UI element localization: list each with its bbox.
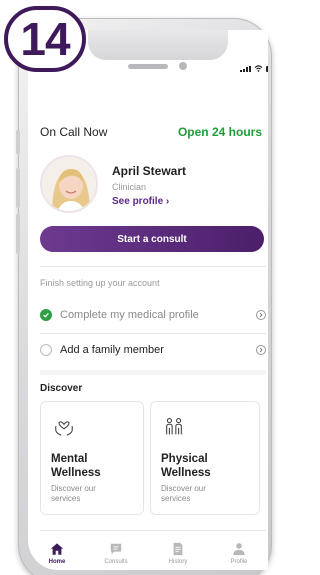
heart-hands-icon — [55, 421, 73, 436]
task-add-family-member[interactable]: Add a family member — [40, 338, 266, 362]
discover-heading: Discover — [40, 383, 83, 394]
step-number-badge: 14 — [4, 6, 86, 72]
card-title-line2: Wellness — [161, 467, 211, 479]
notch — [88, 30, 228, 60]
nav-profile[interactable]: Profile — [216, 542, 262, 565]
on-call-title: On Call Now — [40, 125, 108, 139]
nav-label: Home — [48, 559, 66, 565]
card-title-line2: Wellness — [51, 467, 101, 479]
clinician-card[interactable]: April Stewart Clinician See profile › — [40, 155, 262, 217]
nav-label: Consults — [104, 559, 128, 565]
see-profile-link[interactable]: See profile › — [112, 196, 169, 207]
task-divider — [40, 333, 266, 334]
people-icon — [166, 418, 182, 435]
setup-heading: Finish setting up your account — [40, 278, 160, 288]
availability-label: Open 24 hours — [177, 125, 262, 139]
card-subtitle-line1: Discover our — [161, 484, 206, 493]
card-title-line1: Mental — [51, 453, 88, 465]
mute-switch — [16, 130, 20, 154]
wifi-icon — [254, 65, 263, 72]
start-consult-button[interactable]: Start a consult — [40, 226, 264, 252]
physical-wellness-card[interactable]: Physical Wellness Discover our services — [150, 401, 260, 515]
person-icon — [233, 543, 245, 556]
document-icon — [173, 542, 183, 556]
section-gap — [40, 370, 266, 375]
nav-label: Profile — [230, 559, 248, 565]
task-label: Complete my medical profile — [60, 309, 199, 321]
mental-wellness-card[interactable]: Mental Wellness Discover our services — [40, 401, 144, 515]
nav-consults[interactable]: Consults — [93, 542, 139, 565]
clinician-avatar — [40, 155, 98, 213]
chevron-right-icon — [256, 345, 266, 355]
card-subtitle: Discover our services — [51, 484, 96, 504]
card-subtitle: Discover our services — [161, 484, 206, 504]
speaker-icon — [128, 64, 168, 69]
card-subtitle-line1: Discover our — [51, 484, 96, 493]
battery-icon — [266, 66, 268, 72]
nav-label: History — [168, 559, 188, 565]
nav-home[interactable]: Home — [34, 542, 80, 565]
status-bar-icons — [240, 65, 268, 72]
bottom-navigation: Home Consults History Profile — [28, 538, 268, 570]
clinician-name: April Stewart — [112, 164, 187, 178]
chevron-right-icon — [256, 310, 266, 320]
phone-screen: On Call Now Open 24 hours April Stewart … — [28, 30, 268, 570]
card-subtitle-line2: services — [51, 494, 81, 503]
volume-up-button — [16, 168, 20, 208]
home-icon — [50, 543, 64, 555]
volume-down-button — [16, 214, 20, 254]
empty-circle-icon — [40, 344, 52, 356]
chat-icon — [110, 543, 122, 555]
nav-history[interactable]: History — [155, 542, 201, 565]
stage: 14 On Call Now Open 24 hours April Stewa… — [0, 0, 272, 575]
card-title: Mental Wellness — [51, 452, 101, 480]
camera-icon — [179, 62, 187, 70]
checkmark-icon — [40, 309, 52, 321]
section-divider — [40, 266, 266, 267]
card-subtitle-line2: services — [161, 494, 191, 503]
card-title: Physical Wellness — [161, 452, 211, 480]
nav-divider — [40, 530, 266, 531]
task-complete-medical-profile[interactable]: Complete my medical profile — [40, 303, 266, 327]
card-title-line1: Physical — [161, 453, 208, 465]
on-call-header: On Call Now Open 24 hours — [40, 125, 262, 139]
task-label: Add a family member — [60, 344, 164, 356]
signal-icon — [240, 66, 251, 72]
clinician-role: Clinician — [112, 182, 147, 192]
